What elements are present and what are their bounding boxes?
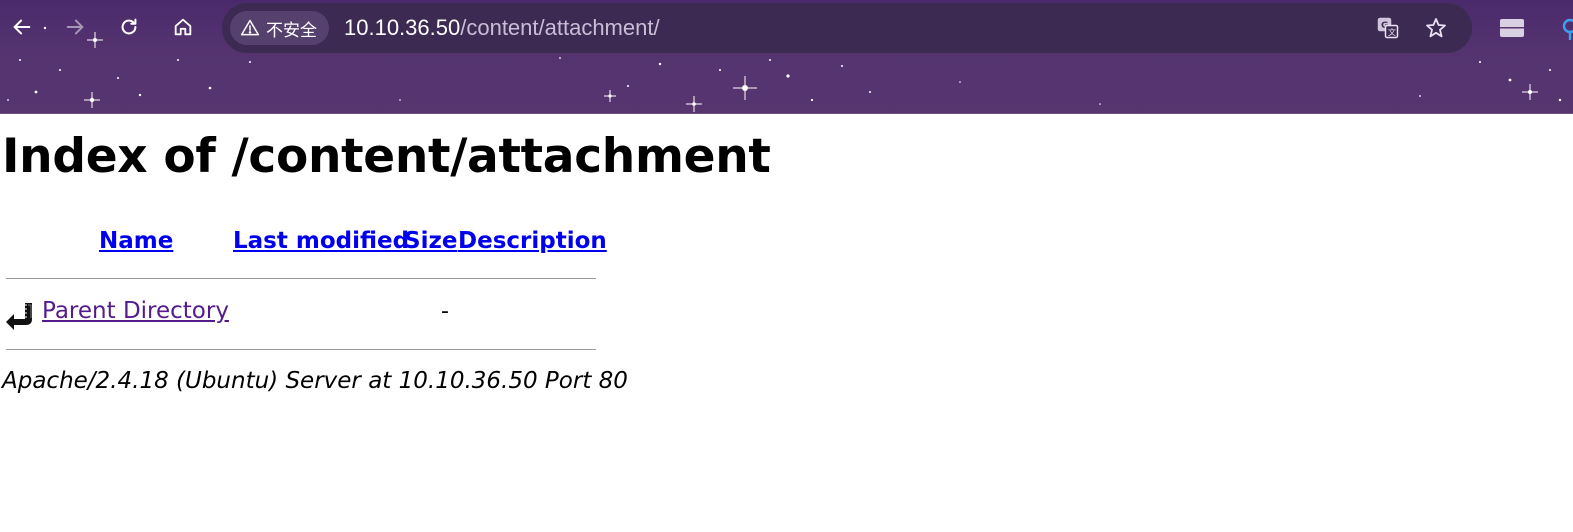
forward-button[interactable] xyxy=(58,10,92,44)
row-size: - xyxy=(441,299,449,324)
reload-icon xyxy=(121,18,137,35)
back-button[interactable] xyxy=(5,10,39,44)
tab-strip-icon[interactable] xyxy=(1498,14,1526,42)
column-header-description[interactable]: Description xyxy=(458,228,607,254)
url-text[interactable]: 10.10.36.50/content/attachment/ xyxy=(344,15,660,41)
url-host: 10.10.36.50 xyxy=(344,15,461,40)
column-header-size[interactable]: Size xyxy=(404,228,457,254)
footer-divider xyxy=(6,349,596,350)
page-title: Index of /content/attachment xyxy=(2,129,771,184)
browser-toolbar: 不安全 10.10.36.50/content/attachment/ G 文 xyxy=(0,0,1573,114)
column-header-last-modified[interactable]: Last modified xyxy=(233,228,409,254)
star-icon xyxy=(1426,18,1446,38)
home-button[interactable] xyxy=(166,10,200,44)
extension-icon[interactable] xyxy=(1556,14,1573,42)
parent-directory-link[interactable]: Parent Directory xyxy=(42,298,229,324)
page-content: Index of /content/attachment Name Last m… xyxy=(0,115,1573,532)
arrow-left-icon xyxy=(13,19,31,35)
address-bar[interactable]: 不安全 10.10.36.50/content/attachment/ G 文 xyxy=(222,3,1472,53)
back-arrow-icon xyxy=(6,303,32,330)
arrow-right-icon xyxy=(66,19,84,35)
column-header-name[interactable]: Name xyxy=(99,228,173,254)
translate-icon: G 文 xyxy=(1377,17,1399,39)
server-signature: Apache/2.4.18 (Ubuntu) Server at 10.10.3… xyxy=(2,368,628,394)
svg-text:文: 文 xyxy=(1388,27,1396,37)
warning-triangle-icon xyxy=(240,19,260,36)
home-icon xyxy=(174,18,192,36)
url-path: /content/attachment/ xyxy=(460,15,660,40)
security-label: 不安全 xyxy=(266,20,317,41)
bookmark-button[interactable] xyxy=(1422,14,1450,42)
reload-button[interactable] xyxy=(112,10,146,44)
security-indicator[interactable]: 不安全 xyxy=(230,11,329,45)
header-divider xyxy=(6,278,596,279)
translate-button[interactable]: G 文 xyxy=(1374,14,1402,42)
